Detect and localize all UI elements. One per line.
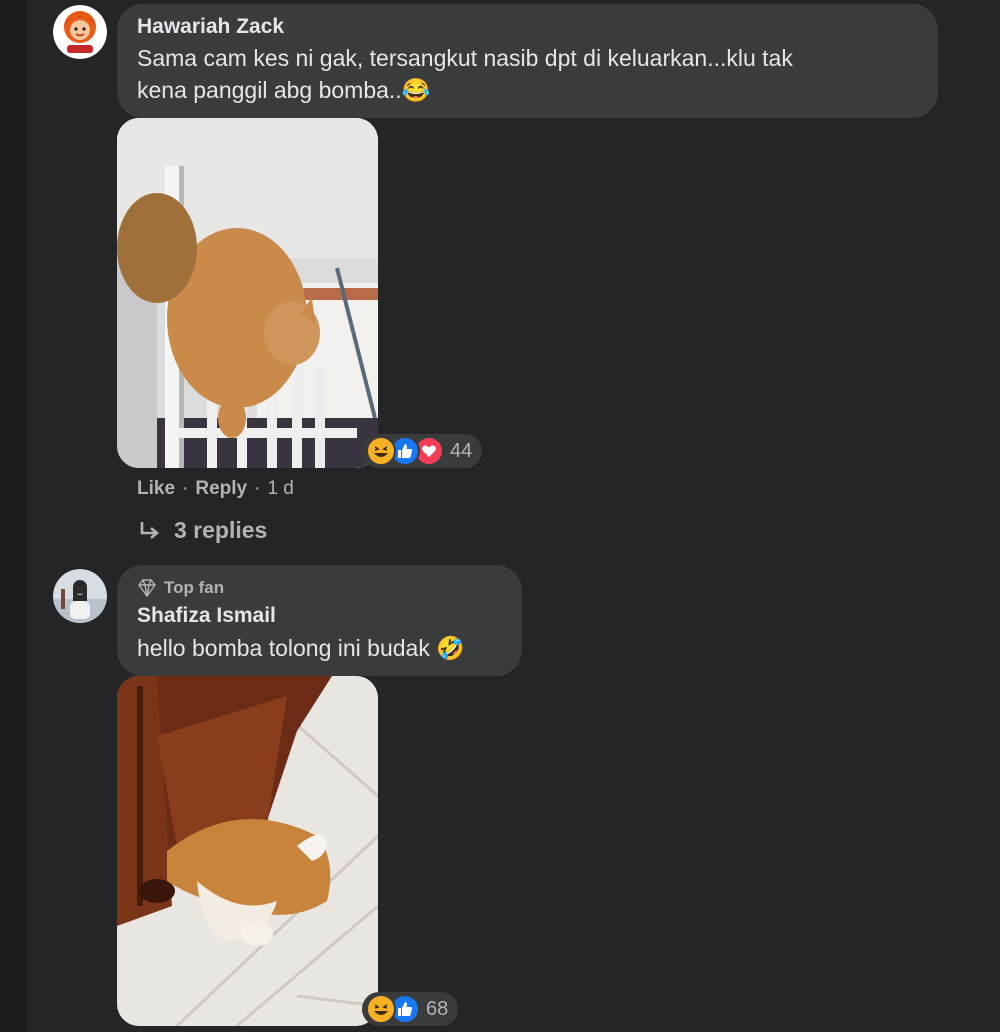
view-replies-button[interactable]: 3 replies (138, 517, 267, 544)
badge-label: Top fan (164, 578, 225, 597)
rofl-emoji-icon: 🤣 (436, 635, 465, 661)
reaction-summary[interactable]: 68 (362, 992, 458, 1026)
comment-photo[interactable] (117, 676, 378, 1026)
reaction-summary[interactable]: 44 (362, 434, 482, 468)
comment-actions: Like · Reply · 1 d (137, 478, 294, 500)
comment-author[interactable]: Shafiza Ismail (137, 604, 276, 628)
tears-of-joy-emoji-icon: 😂 (401, 77, 431, 103)
haha-icon (366, 436, 396, 466)
like-button[interactable]: Like (137, 478, 175, 500)
avatar[interactable] (53, 5, 107, 59)
comment-text-line-1: hello bomba tolong ini budak 🤣 (137, 632, 465, 664)
top-fan-badge: Top fan (137, 578, 224, 598)
reply-button[interactable]: Reply (195, 478, 247, 500)
reaction-count: 44 (450, 439, 473, 462)
comment-timestamp[interactable]: 1 d (267, 478, 293, 500)
replies-label: 3 replies (174, 517, 268, 543)
avatar[interactable] (53, 569, 107, 623)
reply-arrow-icon (140, 521, 160, 539)
comment-author[interactable]: Hawariah Zack (137, 15, 284, 39)
comment-photo[interactable] (117, 118, 378, 468)
comment-text: hello bomba tolong ini budak (137, 635, 430, 661)
comment-text-line-1: Sama cam kes ni gak, tersangkut nasib dp… (137, 45, 793, 71)
diamond-icon (138, 579, 156, 597)
reaction-count: 68 (426, 997, 449, 1020)
separator-dot: · (182, 478, 189, 499)
comment-text: kena panggil abg bomba.. (137, 77, 402, 103)
separator-dot: · (254, 478, 261, 499)
comment-text-line-2: kena panggil abg bomba..😂 (137, 74, 430, 106)
haha-icon (366, 994, 396, 1024)
left-rail (0, 0, 27, 1032)
